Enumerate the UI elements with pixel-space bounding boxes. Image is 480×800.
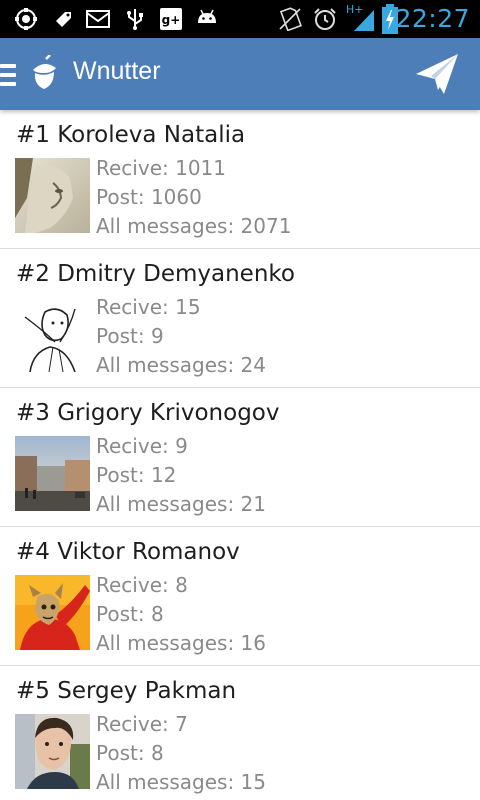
avatar [15,436,90,511]
list-item[interactable]: #2 Dmitry Demyanenko Recive: 15 Post: 9 … [0,249,480,388]
paper-plane-icon[interactable] [414,52,460,96]
no-sim-icon [279,7,302,31]
avatar [15,158,90,233]
settings-icon [15,8,37,30]
all-messages-count: All messages: 21 [96,492,266,516]
recive-count: Recive: 7 [96,712,188,736]
list-item[interactable]: #1 Koroleva Natalia Recive: 1011 Post: 1… [0,110,480,249]
all-messages-count: All messages: 15 [96,770,266,794]
hamburger-icon[interactable] [0,64,16,86]
user-rank-name: #5 Sergey Pakman [16,678,237,704]
avatar [15,575,90,650]
recive-count: Recive: 1011 [96,156,226,180]
action-bar: Wnutter [0,38,480,110]
usb-icon [127,9,143,30]
user-rank-name: #2 Dmitry Demyanenko [16,261,295,287]
recive-count: Recive: 9 [96,434,188,458]
list-item[interactable]: #5 Sergey Pakman Recive: 7 Post: 8 All m… [0,666,480,800]
avatar [15,714,90,789]
list-item[interactable]: #3 Grigory Krivonogov Recive: 9 Post: 12… [0,388,480,527]
user-list[interactable]: #1 Koroleva Natalia Recive: 1011 Post: 1… [0,110,480,800]
status-bar: g+ H+ 22:27 [0,0,480,38]
post-count: Post: 8 [96,741,164,765]
avatar [15,297,90,372]
recive-count: Recive: 15 [96,295,201,319]
user-rank-name: #1 Koroleva Natalia [16,122,246,148]
post-count: Post: 1060 [96,185,202,209]
svg-text:g+: g+ [162,13,181,27]
signal-icon [354,10,374,31]
all-messages-count: All messages: 2071 [96,214,292,238]
post-count: Post: 9 [96,324,164,348]
google-plus-icon: g+ [160,8,182,30]
user-rank-name: #4 Viktor Romanov [16,539,240,565]
app-title: Wnutter [73,57,161,85]
recive-count: Recive: 8 [96,573,188,597]
mail-icon [86,10,110,28]
tag-icon [56,12,71,27]
all-messages-count: All messages: 24 [96,353,266,377]
all-messages-count: All messages: 16 [96,631,266,655]
post-count: Post: 8 [96,602,164,626]
status-clock: 22:27 [395,4,470,33]
alarm-icon [314,8,336,30]
user-rank-name: #3 Grigory Krivonogov [16,400,280,426]
android-icon [198,9,216,23]
acorn-icon[interactable] [30,55,58,91]
post-count: Post: 12 [96,463,177,487]
list-item[interactable]: #4 Viktor Romanov Recive: 8 Post: 8 All … [0,527,480,666]
